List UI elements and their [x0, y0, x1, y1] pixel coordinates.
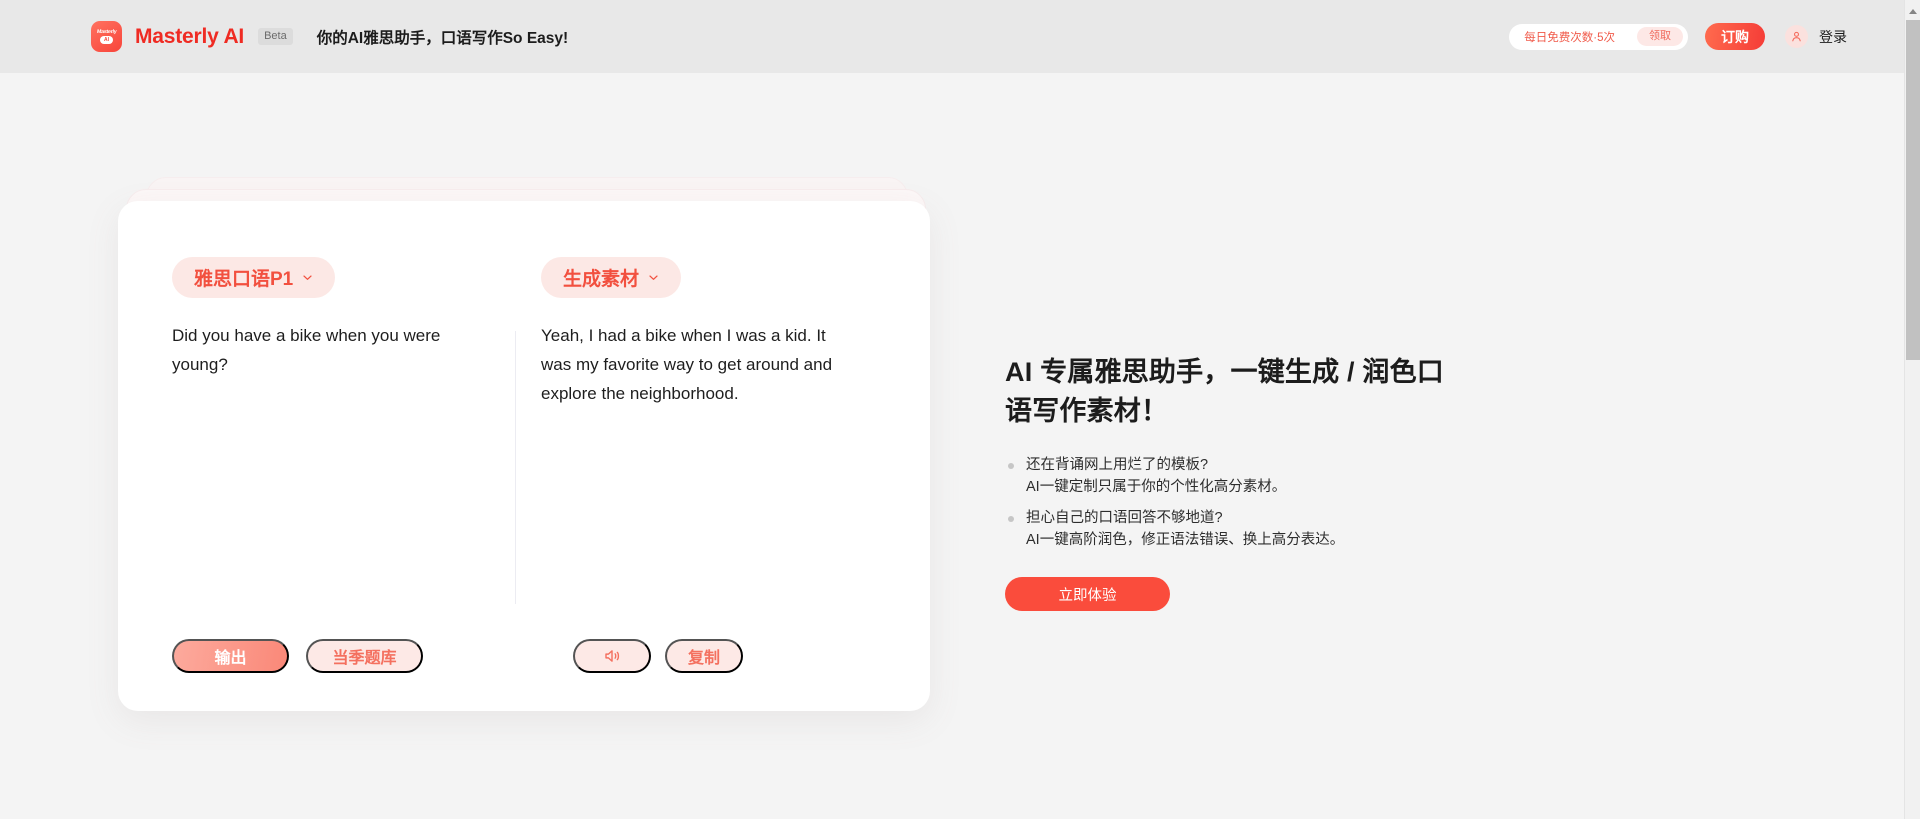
copy-button[interactable]: 复制 — [665, 639, 743, 673]
page-title: AI 专属雅思助手，一键生成 / 润色口语写作素材！ — [1005, 357, 1445, 426]
list-item: 担心自己的口语回答不够地道? AI一键高阶润色，修正语法错误、换上高分表达。 — [1005, 507, 1465, 551]
topic-selector-dropdown[interactable]: 雅思口语P1 — [172, 257, 336, 298]
scrollbar-thumb[interactable] — [1906, 20, 1920, 360]
claim-quota-button[interactable]: 领取 — [1637, 27, 1683, 46]
app-logo-icon[interactable]: Masterly AI — [91, 21, 122, 52]
benefit-line-2: AI一键高阶润色，修正语法错误、换上高分表达。 — [1026, 532, 1345, 548]
question-bank-button[interactable]: 当季题库 — [306, 639, 423, 673]
header-right-group: 每日免费次数·5次 领取 订购 登录 — [1509, 23, 1904, 50]
card-action-row: 输出 当季题库 复制 — [172, 639, 876, 673]
demo-card-stack: 雅思口语P1 生成素材 Did you have a bike when you… — [118, 177, 930, 711]
benefit-text: 担心自己的口语回答不够地道? AI一键高阶润色，修正语法错误、换上高分表达。 — [1026, 507, 1344, 551]
benefit-line-1: 担心自己的口语回答不够地道? — [1026, 510, 1223, 526]
mode-selector-dropdown[interactable]: 生成素材 — [541, 257, 682, 298]
subscribe-button[interactable]: 订购 — [1705, 23, 1765, 50]
chevron-down-icon — [649, 275, 658, 280]
login-link[interactable]: 登录 — [1819, 27, 1847, 47]
output-button[interactable]: 输出 — [172, 639, 289, 673]
chevron-down-icon — [303, 275, 312, 280]
volume-speaker-icon[interactable] — [573, 639, 651, 673]
benefit-list: 还在背诵网上用烂了的模板? AI一键定制只属于你的个性化高分素材。 担心自己的口… — [1005, 454, 1465, 551]
list-item: 还在背诵网上用烂了的模板? AI一键定制只属于你的个性化高分素材。 — [1005, 454, 1465, 498]
column-divider — [515, 331, 516, 604]
brand-name: Masterly AI — [135, 24, 245, 48]
logo-wordmark: Masterly — [96, 29, 117, 35]
page-body: 雅思口语P1 生成素材 Did you have a bike when you… — [0, 73, 1904, 819]
bullet-dot-icon — [1008, 516, 1014, 522]
benefit-line-1: 还在背诵网上用烂了的模板? — [1026, 457, 1209, 473]
free-quota-pill[interactable]: 每日免费次数·5次 领取 — [1509, 23, 1688, 50]
beta-badge: Beta — [258, 28, 293, 45]
logo-ai-pill: AI — [100, 36, 113, 44]
bullet-dot-icon — [1008, 463, 1014, 469]
answer-text: Yeah, I had a bike when I was a kid. It … — [541, 326, 833, 403]
header-tagline: 你的AI雅思助手，口语写作So Easy! — [316, 29, 569, 47]
free-quota-text: 每日免费次数·5次 — [1524, 31, 1615, 44]
app-header: Masterly AI Masterly AI Beta 你的AI雅思助手，口语… — [0, 0, 1904, 73]
topic-selector-label: 雅思口语P1 — [194, 269, 294, 290]
mode-selector-label: 生成素材 — [563, 269, 640, 290]
benefit-line-2: AI一键定制只属于你的个性化高分素材。 — [1026, 479, 1287, 495]
demo-card: 雅思口语P1 生成素材 Did you have a bike when you… — [118, 201, 930, 711]
scroll-up-arrow-icon[interactable] — [1905, 4, 1920, 18]
page-scrollbar[interactable] — [1904, 0, 1920, 819]
benefit-text: 还在背诵网上用烂了的模板? AI一键定制只属于你的个性化高分素材。 — [1026, 454, 1286, 498]
marketing-pane: AI 专属雅思助手，一键生成 / 润色口语写作素材！ 还在背诵网上用烂了的模板?… — [1005, 353, 1465, 611]
user-icon[interactable] — [1785, 25, 1808, 48]
try-now-button[interactable]: 立即体验 — [1005, 577, 1170, 611]
header-left-group: Masterly AI Masterly AI Beta 你的AI雅思助手，口语… — [0, 21, 568, 52]
question-text: Did you have a bike when you were young? — [172, 326, 441, 374]
